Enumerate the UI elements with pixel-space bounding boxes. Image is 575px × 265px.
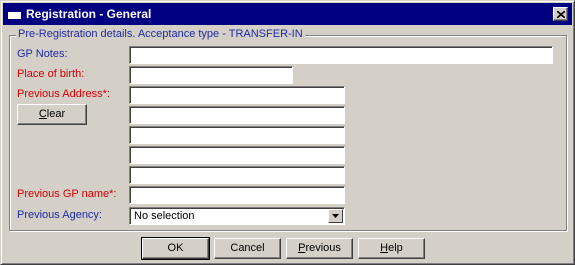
help-button[interactable]: Help: [358, 238, 425, 259]
previous-agency-value: No selection: [134, 210, 195, 222]
previous-address-line-3[interactable]: [129, 126, 345, 144]
ok-button[interactable]: OK: [141, 237, 210, 260]
previous-address-line-2[interactable]: [129, 106, 345, 124]
previous-agency-select[interactable]: No selection: [129, 207, 345, 225]
close-icon: [557, 11, 565, 18]
previous-agency-label: Previous Agency:: [17, 209, 102, 221]
previous-address-line-1[interactable]: [129, 86, 345, 104]
previous-button[interactable]: Previous: [286, 238, 353, 259]
place-of-birth-label: Place of birth:: [17, 68, 85, 80]
chevron-down-icon: [332, 214, 339, 218]
previous-gp-input[interactable]: [129, 186, 345, 204]
group-legend: Pre-Registration details. Acceptance typ…: [16, 28, 305, 40]
registration-window: Registration - General Pre-Registration …: [0, 0, 575, 265]
help-accelerator: H: [380, 242, 389, 254]
clear-label: lear: [46, 108, 66, 120]
cancel-button[interactable]: Cancel: [214, 238, 281, 259]
clear-accelerator: C: [38, 108, 47, 120]
window-title: Registration - General: [26, 7, 152, 21]
place-of-birth-input[interactable]: [129, 66, 293, 84]
previous-address-line-5[interactable]: [129, 166, 345, 184]
gp-notes-label: GP Notes:: [17, 48, 68, 60]
dropdown-button[interactable]: [328, 209, 343, 223]
previous-address-line-4[interactable]: [129, 146, 345, 164]
gp-notes-input[interactable]: [129, 46, 553, 64]
previous-label: revious: [305, 242, 341, 254]
previous-address-label: Previous Address*:: [17, 88, 110, 100]
title-bar[interactable]: Registration - General: [3, 3, 572, 25]
previous-gp-label: Previous GP name*:: [17, 188, 117, 200]
close-button[interactable]: [553, 7, 568, 21]
window-icon: [7, 9, 22, 20]
help-label: elp: [388, 242, 403, 254]
clear-button[interactable]: Clear: [17, 104, 87, 125]
